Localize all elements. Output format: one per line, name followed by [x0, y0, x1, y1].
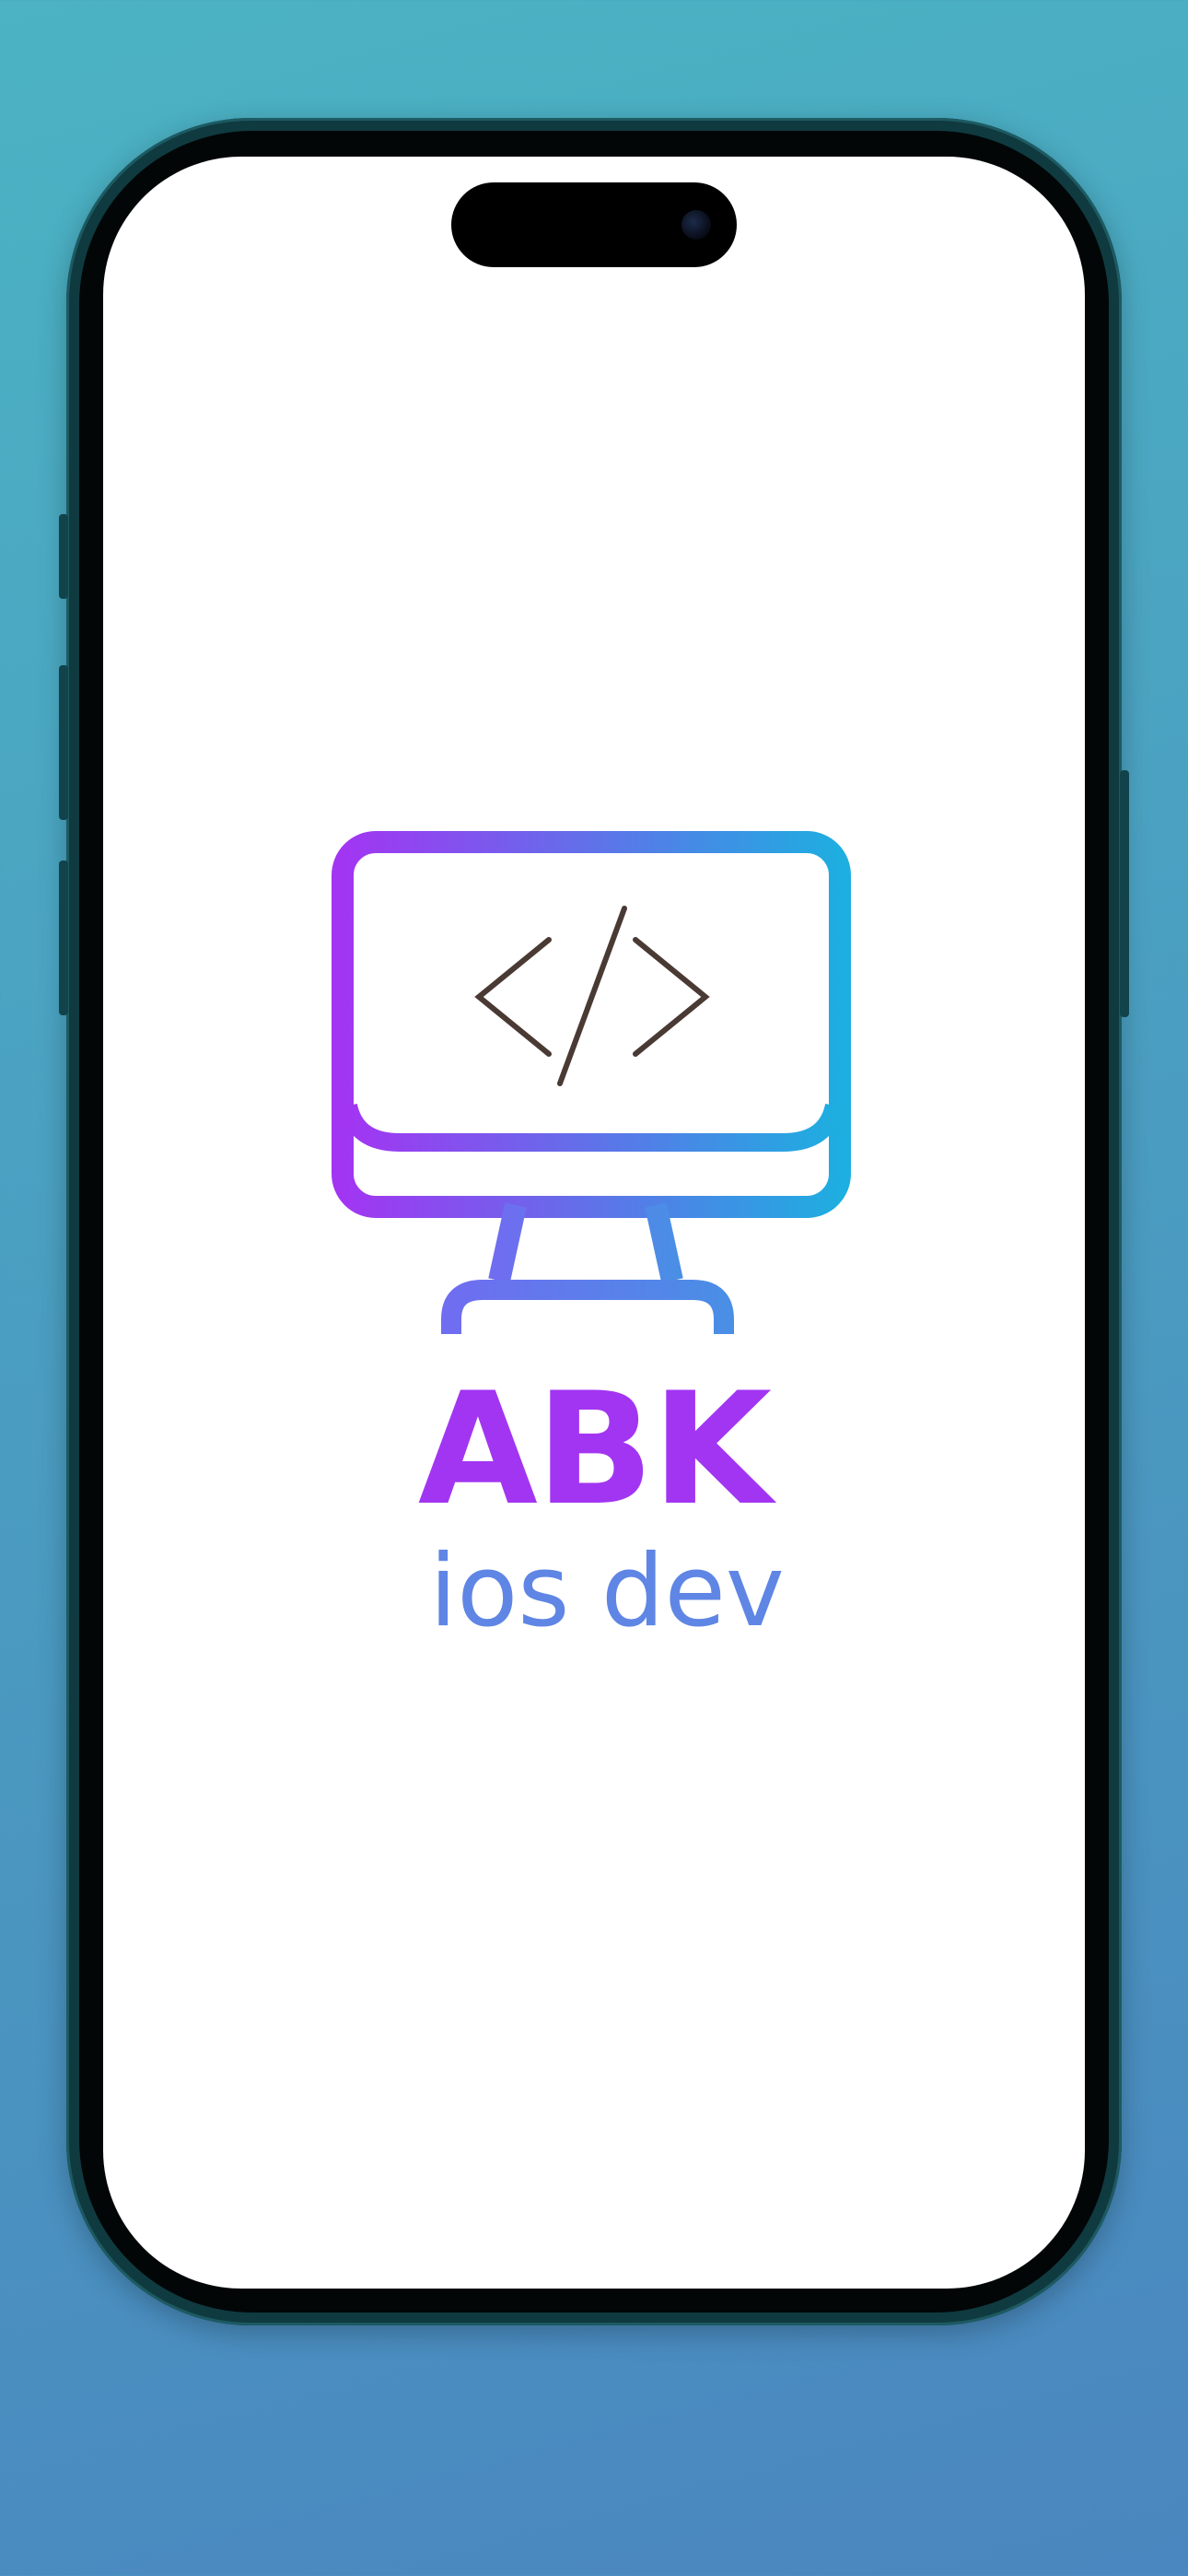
monitor-code-icon	[332, 831, 851, 1341]
volume-up-button	[59, 665, 68, 820]
code-symbol	[474, 906, 710, 1086]
action-button	[59, 514, 68, 599]
monitor-outer	[332, 831, 851, 1218]
volume-down-button	[59, 861, 68, 1015]
dynamic-island	[451, 182, 737, 267]
monitor-screen-edge	[339, 1103, 844, 1152]
brand-title: ABK	[417, 1359, 772, 1540]
front-camera-icon	[681, 210, 711, 240]
brand-subtitle: ios dev	[429, 1534, 785, 1649]
monitor-stand-base	[441, 1280, 734, 1334]
side-button	[1120, 770, 1129, 1017]
